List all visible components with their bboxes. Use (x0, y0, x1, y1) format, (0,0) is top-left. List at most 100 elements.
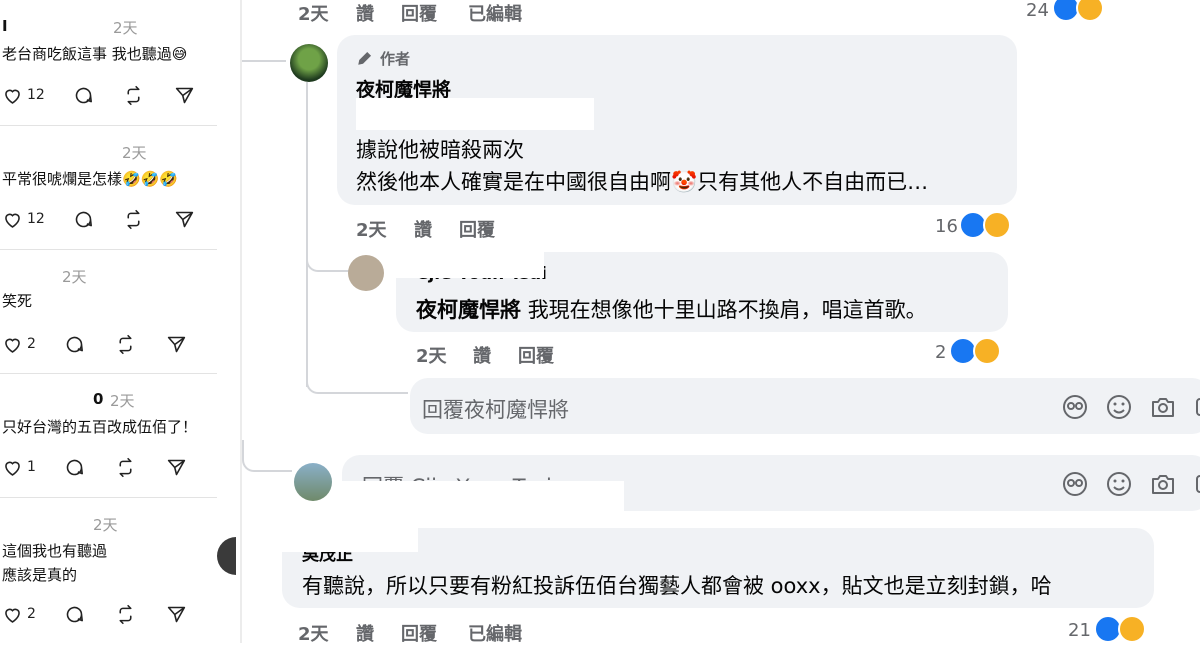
repost-button[interactable] (123, 207, 144, 231)
panel-divider (240, 0, 242, 643)
post-text: 這個我也有聽過 應該是真的 (2, 542, 108, 584)
redaction (356, 98, 594, 130)
comment-button[interactable] (73, 207, 94, 231)
reaction-count[interactable]: 21 (1068, 620, 1091, 641)
post-handle[interactable]: I (2, 17, 8, 35)
send-icon (167, 336, 186, 352)
repost-button[interactable] (123, 83, 144, 107)
avatar-sticker-icon[interactable] (1061, 470, 1089, 498)
post-time: 2天 (93, 516, 118, 534)
avatar-sticker-icon[interactable] (1061, 393, 1089, 421)
like-link[interactable]: 讚 (414, 216, 432, 242)
like-count: 2 (27, 606, 36, 622)
post-actions: 1 (0, 455, 236, 479)
like-button[interactable]: 2 (2, 332, 36, 356)
send-icon (167, 606, 186, 622)
repost-icon (127, 85, 140, 105)
share-button[interactable] (174, 83, 195, 107)
like-count: 2 (27, 336, 36, 352)
comment-icon (66, 606, 83, 622)
comment-text: 據說他被暗殺兩次 (356, 138, 524, 162)
like-count: 12 (27, 87, 45, 103)
edited-label: 已編輯 (468, 624, 522, 645)
post-actions: 2 (0, 332, 236, 356)
post-time: 2天 (62, 268, 87, 286)
reply-composer[interactable]: 回覆夜柯魔悍將 (410, 378, 1200, 434)
repost-button[interactable] (115, 602, 136, 626)
reply-input-placeholder[interactable]: 回覆夜柯魔悍將 (422, 394, 569, 424)
repost-button[interactable] (115, 455, 136, 479)
comment-icon (66, 336, 83, 352)
comment-time[interactable]: 2天 (356, 216, 387, 242)
reply-link[interactable]: 回覆 (459, 216, 495, 242)
share-button[interactable] (174, 207, 195, 231)
like-button[interactable]: 2 (2, 602, 36, 626)
post-time: 2天 (113, 19, 138, 37)
like-button[interactable]: 12 (2, 207, 45, 231)
share-button[interactable] (166, 455, 187, 479)
comment-bubble: 吳茂正 有聽說，所以只要有粉紅投訴伍佰台獨藝人都會被 ooxx，貼文也是立刻封鎖… (282, 528, 1154, 608)
reply-link[interactable]: 回覆 (401, 620, 437, 646)
emoji-icon[interactable] (1105, 393, 1133, 421)
like-link[interactable]: 讚 (356, 620, 374, 646)
repost-icon (119, 334, 132, 354)
repost-icon (127, 209, 140, 229)
like-button[interactable]: 1 (2, 455, 36, 479)
thread-line (306, 240, 350, 272)
comment-time[interactable]: 2天 (416, 342, 447, 368)
haha-reaction-icon (1118, 615, 1146, 643)
gif-icon[interactable] (1193, 393, 1200, 421)
emoji-icon[interactable] (1105, 470, 1133, 498)
heart-icon (5, 338, 20, 353)
heart-icon (5, 608, 20, 623)
post-actions: 2 (0, 602, 236, 626)
post-actions: 12 (0, 207, 236, 231)
reaction-count[interactable]: 24 (1026, 0, 1049, 21)
reaction-count[interactable]: 2 (935, 342, 946, 363)
post-actions: 12 (0, 83, 236, 107)
avatar[interactable] (217, 537, 236, 575)
reply-link[interactable]: 回覆 (401, 0, 437, 26)
post-text: 只好台灣的五百改成伍佰了！ (2, 418, 198, 436)
haha-reaction-icon (983, 211, 1011, 239)
comment-text: 有聽說，所以只要有粉紅投訴伍佰台獨藝人都會被 ooxx，貼文也是立刻封鎖，哈 (302, 574, 1052, 598)
mention-link[interactable]: 夜柯魔悍將 (416, 298, 521, 322)
divider (0, 373, 217, 374)
repost-button[interactable] (115, 332, 136, 356)
comment-button[interactable] (64, 455, 85, 479)
like-link[interactable]: 讚 (356, 0, 374, 26)
share-button[interactable] (166, 602, 187, 626)
comment-time[interactable]: 2天 (298, 620, 329, 646)
reaction-count[interactable]: 16 (935, 216, 958, 237)
comment-button[interactable] (64, 602, 85, 626)
share-button[interactable] (166, 332, 187, 356)
like-button[interactable]: 12 (2, 83, 45, 107)
like-link[interactable]: 讚 (473, 342, 491, 368)
heart-icon (5, 461, 20, 476)
comment-icon (75, 87, 92, 103)
author-badge: 作者 (380, 50, 411, 68)
camera-icon[interactable] (1149, 393, 1177, 421)
avatar[interactable] (290, 44, 328, 82)
avatar[interactable] (348, 255, 384, 291)
post-text: 笑死 (2, 292, 33, 310)
comment-text: 夜柯魔悍將 我現在想像他十里山路不換肩，唱這首歌。 (416, 298, 927, 322)
comment-button[interactable] (73, 83, 94, 107)
threads-feed-panel: I 2天 老台商吃飯這事 我也聽過😅 12 2天 平常很唬爛是怎樣🤣🤣🤣 12 (0, 0, 236, 643)
reply-composer[interactable]: 回覆 Cjie Youn Tsai (342, 455, 1200, 511)
divider (0, 497, 217, 498)
camera-icon[interactable] (1149, 470, 1177, 498)
comment-button[interactable] (64, 332, 85, 356)
reply-link[interactable]: 回覆 (518, 342, 554, 368)
send-icon (175, 211, 194, 227)
comment-time[interactable]: 2天 (298, 0, 329, 26)
heart-icon (5, 213, 20, 228)
avatar[interactable] (294, 463, 332, 501)
haha-reaction-icon (973, 337, 1001, 365)
heart-icon (5, 89, 20, 104)
thread-line (306, 82, 308, 387)
comment-bubble: Cjie Youn Tsai 夜柯魔悍將 我現在想像他十里山路不換肩，唱這首歌。 (396, 252, 1008, 332)
post-handle[interactable]: 0 (93, 390, 103, 408)
haha-reaction-icon (1076, 0, 1104, 22)
gif-icon[interactable] (1193, 470, 1200, 498)
